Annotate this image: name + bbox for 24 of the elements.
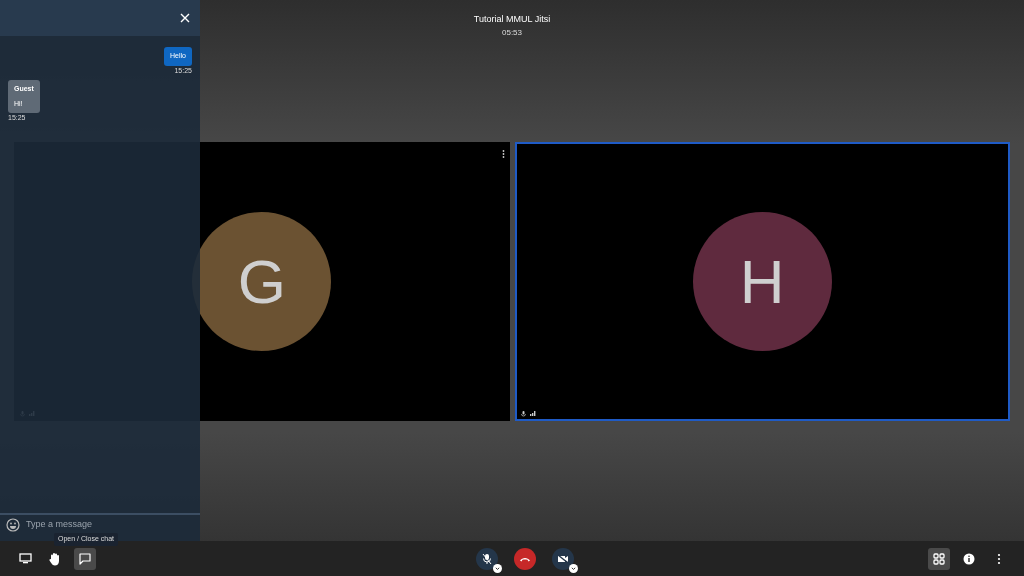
tile-view-button[interactable] [928,547,950,570]
muted-mic-icon [520,411,526,417]
more-options-icon [997,552,1001,565]
grid-icon [933,552,945,565]
emoji-icon[interactable] [6,518,20,532]
muted-mic-icon [482,552,492,565]
chat-button[interactable] [74,547,96,570]
caret-icon[interactable] [569,563,578,573]
chat-icon [79,552,91,565]
signal-icon [529,411,536,416]
meeting-timer: 05:53 [502,27,522,39]
phone-icon [519,555,531,562]
meeting-title: Tutorial MMUL Jitsi [473,13,551,26]
close-icon[interactable] [180,13,190,23]
hang-up-button[interactable] [514,547,536,570]
caret-icon[interactable] [493,563,502,573]
monitor-icon [18,553,32,564]
more-options-icon[interactable] [501,149,505,158]
video-tile[interactable]: H [514,142,1010,421]
camera-off-icon [557,553,569,564]
message-input[interactable]: Type a message [26,518,176,532]
avatar: H [692,212,832,351]
info-icon [963,552,975,565]
hand-icon [49,551,61,566]
